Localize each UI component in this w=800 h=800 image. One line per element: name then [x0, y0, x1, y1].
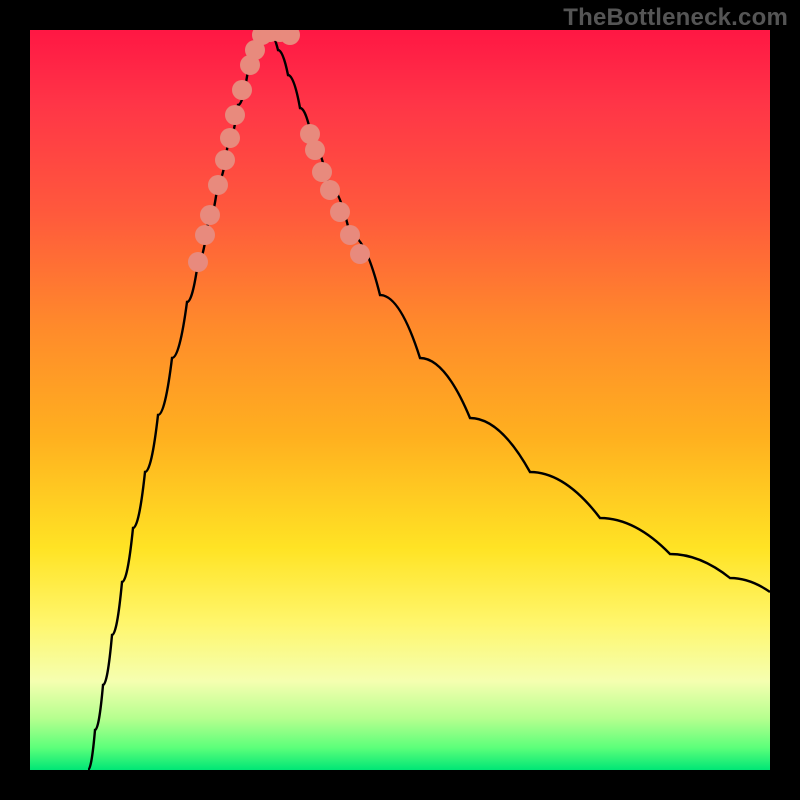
- curve-marker: [280, 30, 300, 45]
- curve-marker: [188, 252, 208, 272]
- curve-marker: [200, 205, 220, 225]
- curve-marker: [225, 105, 245, 125]
- plot-area: [30, 30, 770, 770]
- curve-marker: [305, 140, 325, 160]
- curve-right-branch: [268, 30, 770, 592]
- watermark-text: TheBottleneck.com: [563, 4, 788, 32]
- curve-left-branch: [88, 30, 268, 770]
- curve-marker: [232, 80, 252, 100]
- curve-markers: [188, 30, 370, 272]
- curve-marker: [320, 180, 340, 200]
- curve-marker: [215, 150, 235, 170]
- curve-marker: [350, 244, 370, 264]
- curve-marker: [208, 175, 228, 195]
- curve-marker: [340, 225, 360, 245]
- curve-marker: [195, 225, 215, 245]
- curve-marker: [330, 202, 350, 222]
- bottleneck-curve: [30, 30, 770, 770]
- curve-marker: [312, 162, 332, 182]
- chart-frame: TheBottleneck.com: [0, 0, 800, 800]
- curve-marker: [220, 128, 240, 148]
